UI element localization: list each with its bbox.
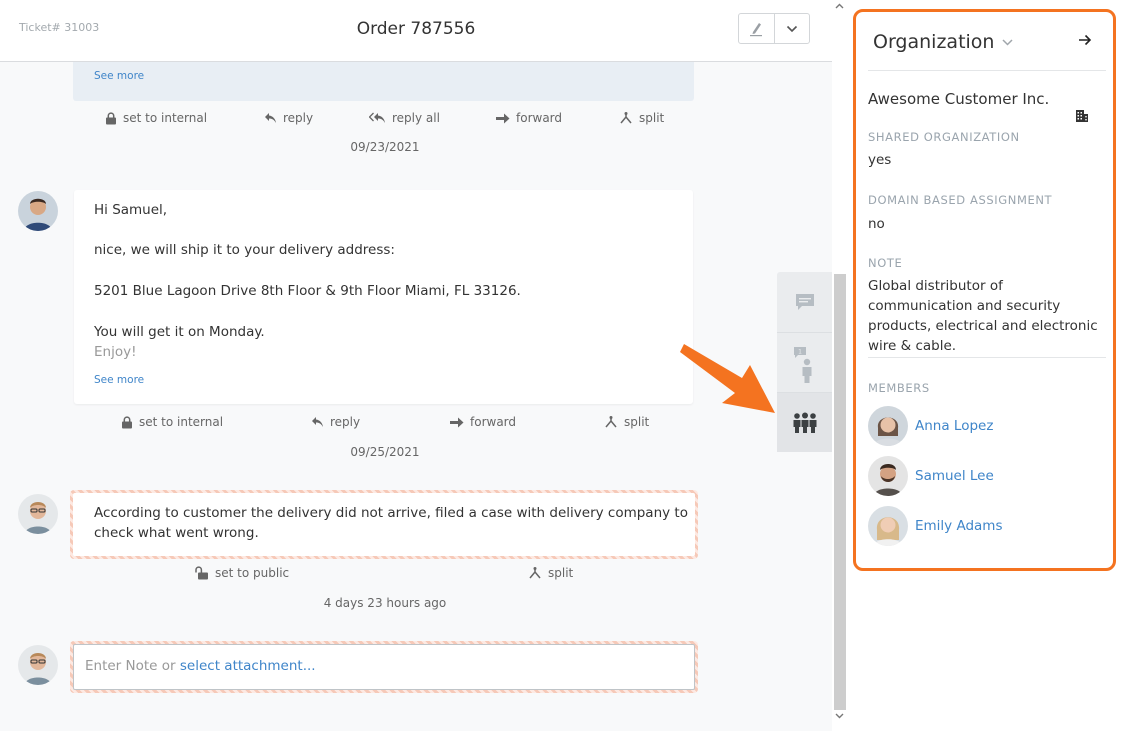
member-item[interactable]: Emily Adams (868, 506, 1003, 546)
current-user-avatar (18, 645, 58, 685)
avatar (868, 456, 908, 496)
tab-customer[interactable]: 1 (777, 332, 833, 392)
member-name: Samuel Lee (915, 468, 994, 484)
ticket-header: Ticket# 31003 Order 787556 (0, 0, 832, 62)
organization-name: Awesome Customer Inc. (868, 90, 1050, 108)
reply-all-icon (369, 112, 385, 123)
customer-icon: 1 (794, 346, 812, 383)
tab-ticket[interactable] (777, 272, 833, 332)
reply-action[interactable]: reply (264, 111, 313, 125)
agent-avatar[interactable] (18, 191, 58, 231)
message-actions: set to internal reply forward split (0, 414, 770, 430)
note-actions: set to public split (0, 565, 770, 581)
edit-button[interactable] (739, 14, 774, 43)
reply-icon (265, 113, 276, 123)
message-date: 09/23/2021 (350, 140, 420, 154)
split-action[interactable]: split (604, 415, 649, 429)
chevron-down-icon (1002, 38, 1013, 46)
shared-organization-value[interactable]: yes (868, 152, 891, 168)
compose-note-input[interactable]: Enter Note or select attachment... (73, 644, 695, 690)
see-more-link[interactable]: See more (94, 374, 144, 386)
divider (868, 357, 1106, 358)
note-value[interactable]: Global distributor of communication and … (868, 276, 1108, 356)
reply-all-action[interactable]: reply all (369, 111, 440, 125)
divider (868, 70, 1106, 71)
split-action[interactable]: split (528, 566, 573, 580)
forward-action[interactable]: forward (496, 111, 562, 125)
scroll-down-icon[interactable] (835, 713, 844, 719)
select-attachment-link[interactable]: select attachment... (180, 658, 316, 674)
member-name: Emily Adams (915, 518, 1003, 534)
internal-note-bubble: According to customer the delivery did n… (70, 490, 698, 559)
building-icon (1076, 110, 1088, 122)
members-label: MEMBERS (868, 381, 930, 395)
svg-text:1: 1 (798, 348, 802, 355)
organization-icon (793, 412, 817, 433)
compose-note-box: Enter Note or select attachment... (70, 641, 698, 693)
pencil-icon (750, 22, 763, 36)
note-label: NOTE (868, 256, 903, 270)
forward-arrow-icon (496, 113, 510, 123)
lock-icon (122, 415, 132, 428)
shared-organization-label: SHARED ORGANIZATION (868, 130, 1020, 144)
organization-panel-title[interactable]: Organization (873, 31, 1013, 53)
reply-action[interactable]: reply (311, 415, 360, 429)
set-internal-action[interactable]: set to internal (105, 111, 207, 125)
arrow-right-icon[interactable] (1078, 34, 1092, 46)
ticket-title[interactable]: Order 787556 (0, 19, 832, 39)
highlight-arrow-icon (680, 344, 775, 413)
split-action[interactable]: split (619, 111, 664, 125)
reply-icon (312, 417, 323, 427)
agent-avatar-note[interactable] (18, 494, 58, 534)
chat-icon (796, 294, 814, 310)
split-icon (605, 415, 617, 427)
avatar (868, 506, 908, 546)
ticket-action-group (738, 13, 810, 44)
organization-panel: Organization Awesome Customer Inc. SHARE… (853, 9, 1116, 571)
scrollbar-thumb[interactable] (834, 274, 846, 710)
split-icon (620, 111, 632, 123)
message-actions: set to internal reply reply all forward … (0, 110, 770, 126)
avatar (868, 406, 908, 446)
more-options-button[interactable] (773, 14, 810, 43)
member-name: Anna Lopez (915, 418, 994, 434)
unlock-icon (195, 566, 208, 580)
member-item[interactable]: Samuel Lee (868, 456, 994, 496)
scroll-up-icon[interactable] (835, 3, 844, 9)
message-bubble-agent: Hi Samuel, nice, we will ship it to your… (74, 190, 693, 404)
note-time: 4 days 23 hours ago (323, 596, 447, 610)
split-icon (529, 566, 541, 578)
domain-assignment-label: DOMAIN BASED ASSIGNMENT (868, 193, 1053, 207)
chevron-down-icon (786, 25, 797, 32)
member-item[interactable]: Anna Lopez (868, 406, 993, 446)
message-bubble-customer: See more (73, 62, 694, 101)
message-date: 09/25/2021 (350, 445, 420, 459)
see-more-link[interactable]: See more (94, 70, 144, 82)
tab-organization[interactable] (777, 392, 833, 452)
set-internal-action[interactable]: set to internal (121, 415, 223, 429)
lock-icon (106, 111, 116, 124)
sidebar-tabs: 1 (777, 272, 833, 452)
forward-arrow-icon (450, 417, 464, 427)
set-public-action[interactable]: set to public (195, 566, 289, 580)
domain-assignment-value[interactable]: no (868, 216, 885, 232)
forward-action[interactable]: forward (450, 415, 516, 429)
